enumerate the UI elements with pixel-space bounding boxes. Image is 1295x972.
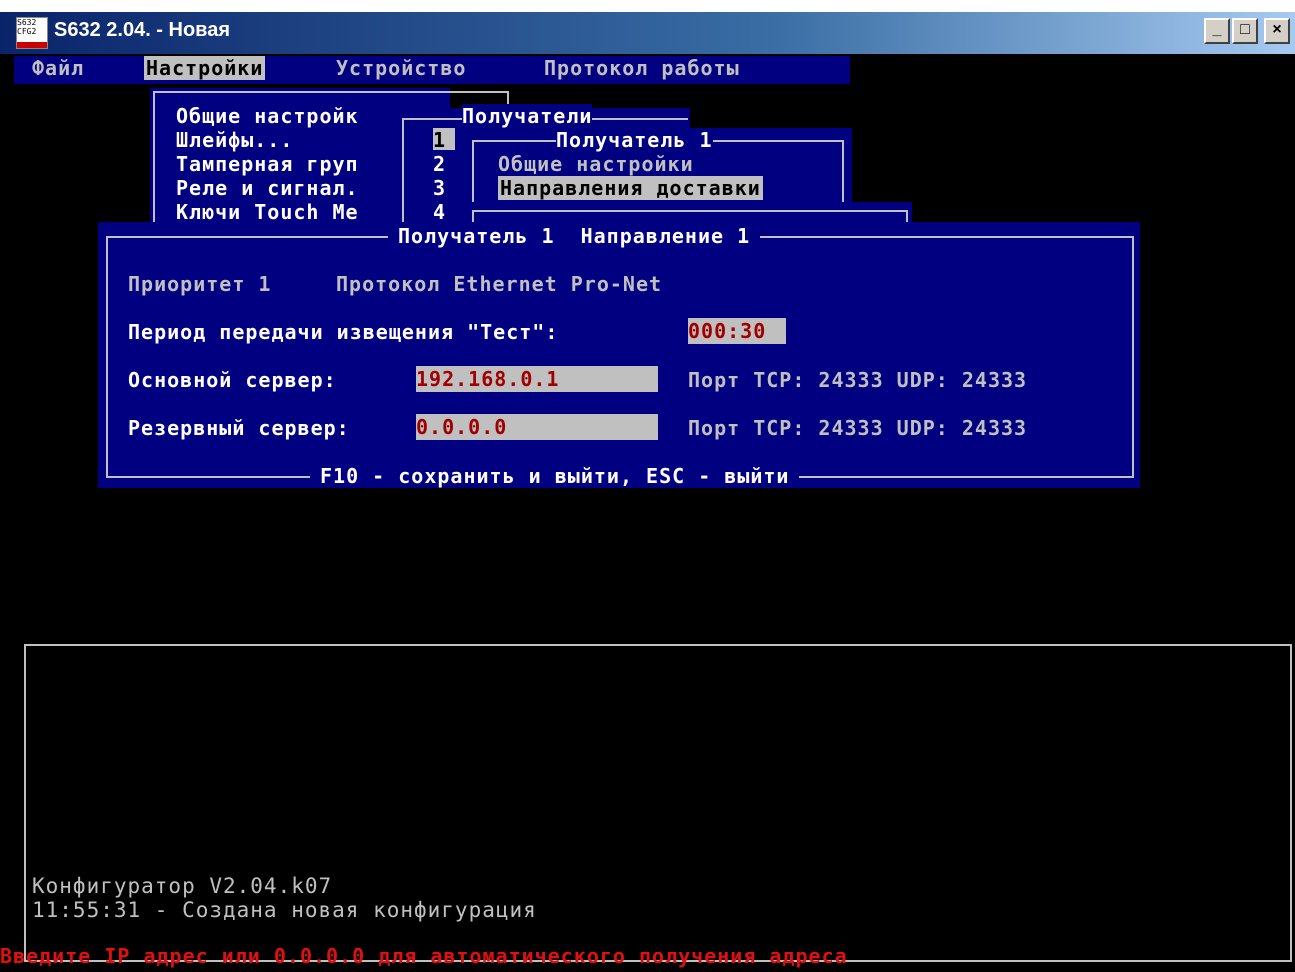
recipient1-delivery-directions[interactable]: Направления доставки	[498, 176, 763, 200]
maximize-button[interactable]: □	[1232, 18, 1258, 44]
console-line-log: 11:55:31 - Создана новая конфигурация	[32, 898, 537, 922]
app-icon: S632 CFG2	[16, 17, 48, 49]
settings-item-loops[interactable]: Шлейфы...	[176, 128, 293, 152]
main-server-label: Основной сервер:	[128, 368, 337, 392]
recipient-item-2[interactable]: 2	[433, 152, 455, 176]
dialog-title: Получатель 1 Направление 1	[388, 224, 761, 248]
main-server-input[interactable]: 192.168.0.1	[416, 366, 658, 392]
settings-item-touch-memory[interactable]: Ключи Touch Me	[176, 200, 359, 224]
window-title: S632 2.04. - Новая	[54, 19, 231, 41]
backup-server-label: Резервный сервер:	[128, 416, 350, 440]
menu-settings[interactable]: Настройки	[144, 56, 266, 80]
settings-item-tamper[interactable]: Тамперная груп	[176, 152, 359, 176]
minimize-icon: _	[1212, 21, 1222, 38]
app-icon-label: S632 CFG2	[17, 18, 37, 36]
protocol-label: Протокол Ethernet Pro-Net	[336, 272, 663, 296]
menu-file[interactable]: Файл	[32, 56, 84, 80]
recipients-title: Получатели	[462, 104, 593, 128]
dialog-footer-hint: F10 - сохранить и выйти, ESC - выйти	[310, 464, 800, 488]
recipient1-general-settings[interactable]: Общие настройки	[498, 152, 694, 176]
main-server-ports: Порт TCP: 24333 UDP: 24333	[688, 368, 1028, 392]
console-line-version: Конфигуратор V2.04.k07	[32, 874, 333, 898]
settings-item-relays[interactable]: Реле и сигнал.	[176, 176, 359, 200]
recipient-item-1[interactable]: 1	[433, 128, 455, 152]
maximize-icon: □	[1240, 21, 1250, 38]
menu-device[interactable]: Устройство	[336, 56, 466, 80]
close-icon: ×	[1272, 21, 1282, 38]
recipient-item-4[interactable]: 4	[433, 200, 455, 224]
status-hint: Введите IP адрес или 0.0.0.0 для автомат…	[0, 944, 848, 968]
backup-server-ports: Порт TCP: 24333 UDP: 24333	[688, 416, 1028, 440]
close-button[interactable]: ×	[1264, 18, 1290, 44]
settings-item-general[interactable]: Общие настройк	[176, 104, 359, 128]
test-period-label: Период передачи извещения "Тест":	[128, 320, 559, 344]
recipient1-title: Получатель 1	[556, 128, 713, 152]
test-period-input[interactable]: 000:30	[688, 318, 786, 344]
terminal-screen: Файл Настройки Устройство Протокол работ…	[0, 54, 1295, 972]
backup-server-input[interactable]: 0.0.0.0	[416, 414, 658, 440]
minimize-button[interactable]: _	[1204, 18, 1230, 44]
recipient-item-3[interactable]: 3	[433, 176, 455, 200]
priority-label: Приоритет 1	[128, 272, 272, 296]
menu-protocol[interactable]: Протокол работы	[544, 56, 740, 80]
